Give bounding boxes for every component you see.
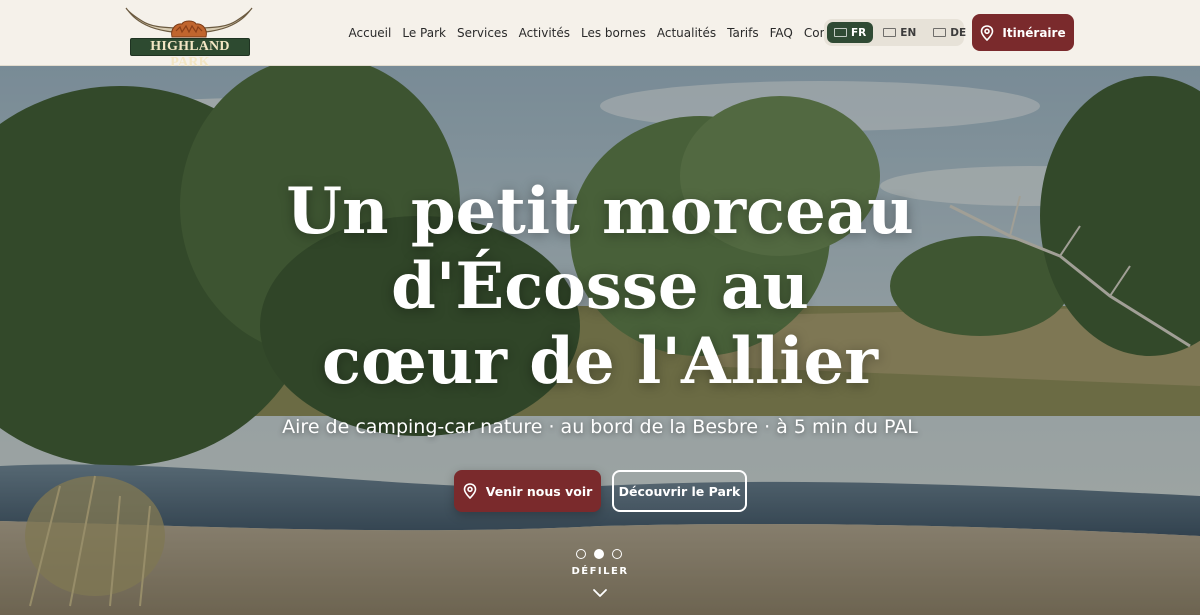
- nav-item-services[interactable]: Services: [451, 24, 513, 42]
- language-en-label: EN: [900, 26, 917, 39]
- slider-dot-1[interactable]: [576, 549, 586, 559]
- decouvrir-le-park-label: Découvrir le Park: [618, 483, 741, 499]
- logo-wordmark: HIGHLAND PARK: [130, 38, 250, 70]
- hero-title-line-1: Un petit morceau: [286, 174, 914, 249]
- language-fr-label: FR: [851, 26, 867, 39]
- chevron-down-icon[interactable]: [592, 587, 608, 599]
- scroll-label: DÉFILER: [571, 566, 629, 577]
- hero-title-line-3: cœur de l'Allier: [322, 324, 878, 399]
- venir-nous-voir-label: Venir nous voir: [485, 483, 593, 499]
- slider-dot-3[interactable]: [612, 549, 622, 559]
- itinerary-button[interactable]: Itinéraire: [972, 14, 1074, 51]
- nav-item-activites[interactable]: Activités: [513, 24, 575, 42]
- nav-item-tarifs[interactable]: Tarifs: [722, 24, 764, 42]
- hero-title: Un petit morceau d'Écosse au cœur de l'A…: [200, 174, 1000, 399]
- nav-item-faq[interactable]: FAQ: [764, 24, 798, 42]
- itinerary-button-label: Itinéraire: [1002, 25, 1066, 40]
- map-pin-icon: [981, 24, 994, 41]
- hero-subtitle: Aire de camping-car nature · au bord de …: [282, 416, 918, 438]
- language-switcher: FR EN DE: [824, 19, 966, 46]
- venir-nous-voir-button[interactable]: Venir nous voir: [454, 470, 601, 512]
- nav-item-le-park[interactable]: Le Park: [397, 24, 452, 42]
- slider-dot-2-active[interactable]: [594, 549, 604, 559]
- nav-item-accueil[interactable]: Accueil: [343, 24, 397, 42]
- language-en-button[interactable]: EN: [876, 22, 923, 43]
- slider-pagination: [576, 549, 624, 561]
- map-pin-icon: [463, 483, 477, 499]
- hero-title-line-2: d'Écosse au: [391, 249, 809, 324]
- language-fr-button[interactable]: FR: [827, 22, 874, 43]
- flag-de-icon: [933, 28, 947, 37]
- site-header: HIGHLAND PARK Accueil Le Park Services A…: [0, 0, 1200, 70]
- hero-section: Un petit morceau d'Écosse au cœur de l'A…: [0, 66, 1200, 615]
- decouvrir-le-park-button[interactable]: Découvrir le Park: [612, 470, 747, 512]
- language-de-label: DE: [950, 26, 967, 39]
- flag-fr-icon: [834, 28, 847, 37]
- flag-en-icon: [883, 28, 897, 37]
- nav-item-les-bornes[interactable]: Les bornes: [576, 24, 652, 42]
- main-navigation: Accueil Le Park Services Activités Les b…: [343, 24, 856, 42]
- highland-park-logo[interactable]: HIGHLAND PARK: [124, 7, 254, 70]
- language-de-button[interactable]: DE: [926, 22, 973, 43]
- nav-item-actualites[interactable]: Actualités: [651, 24, 721, 42]
